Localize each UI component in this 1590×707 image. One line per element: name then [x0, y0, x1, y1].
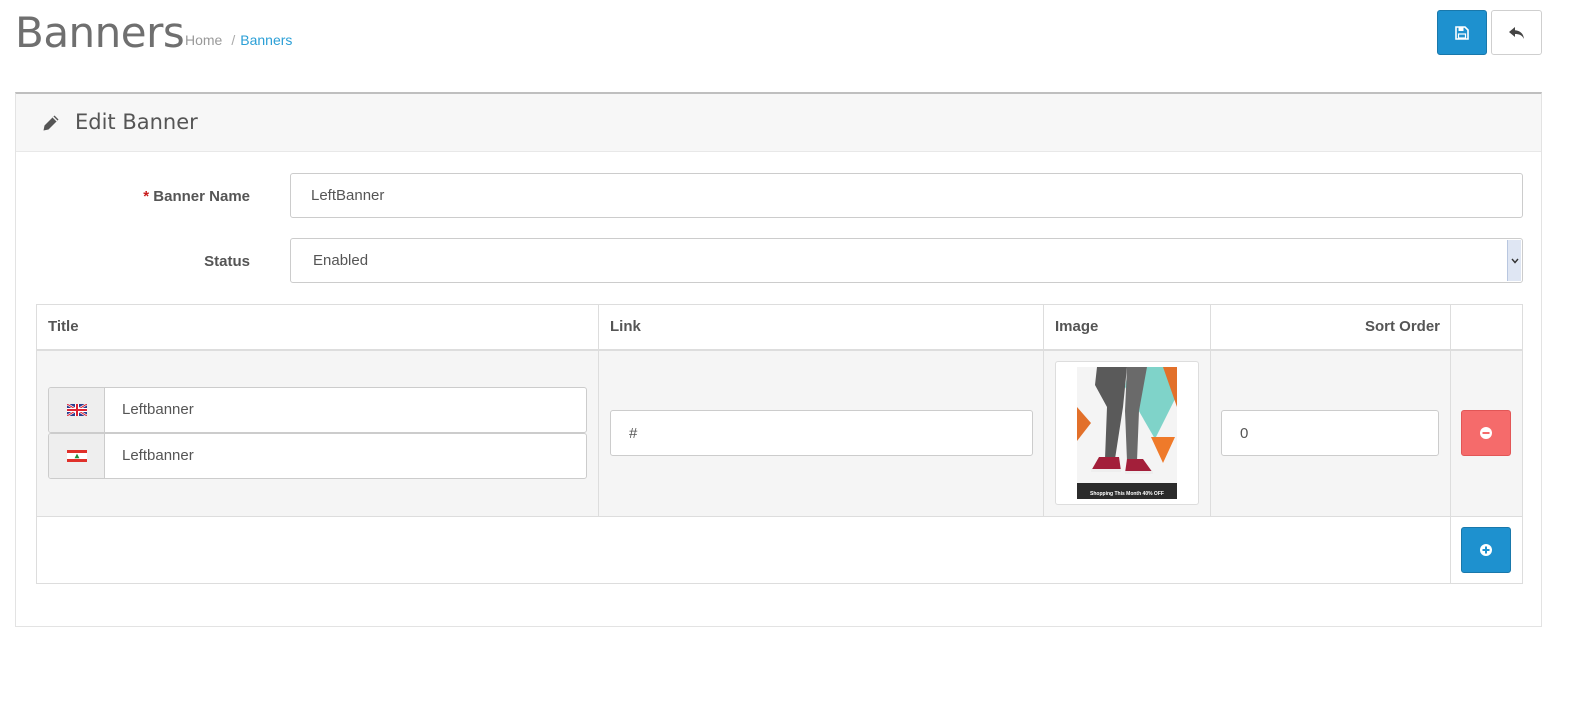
- plus-circle-icon: [1480, 544, 1492, 556]
- panel-heading: Edit Banner: [16, 94, 1541, 152]
- sort-order-input[interactable]: 0: [1221, 410, 1439, 456]
- banner-name-input[interactable]: LeftBanner: [290, 173, 1523, 218]
- save-button[interactable]: [1437, 10, 1487, 55]
- breadcrumb-banners[interactable]: Banners: [240, 32, 292, 48]
- lebanon-flag-icon: [49, 434, 105, 478]
- link-value: #: [629, 424, 638, 442]
- add-image-button[interactable]: [1461, 527, 1511, 573]
- remove-image-button[interactable]: [1461, 410, 1511, 456]
- floppy-disk-icon: [1455, 25, 1469, 40]
- breadcrumb-home[interactable]: Home: [185, 32, 222, 48]
- breadcrumb: Home / Banners: [185, 32, 292, 48]
- column-header-link: Link: [610, 318, 641, 335]
- title-value-english: Leftbanner: [122, 401, 194, 418]
- column-header-title: Title: [48, 318, 79, 335]
- page-header: Banners Home / Banners: [0, 0, 1590, 80]
- breadcrumb-separator: /: [231, 32, 236, 48]
- banner-image-caption: Shopping This Month 40% OFF: [1090, 491, 1164, 497]
- column-header-sort-order: Sort Order: [1364, 318, 1440, 335]
- banner-image-thumbnail[interactable]: Shopping This Month 40% OFF: [1055, 361, 1199, 505]
- edit-banner-panel: Edit Banner * Banner Name LeftBanner Sta…: [15, 92, 1542, 627]
- column-header-image: Image: [1055, 318, 1099, 335]
- panel-title: Edit Banner: [75, 110, 198, 134]
- pencil-icon: [43, 115, 59, 131]
- banner-image: [1077, 367, 1177, 499]
- required-marker: *: [143, 188, 150, 205]
- status-select[interactable]: Enabled: [290, 238, 1523, 283]
- sort-order-value: 0: [1240, 424, 1249, 442]
- minus-circle-icon: [1480, 427, 1492, 439]
- link-input[interactable]: #: [610, 410, 1033, 456]
- title-input-english[interactable]: Leftbanner: [48, 387, 587, 433]
- page-title: Banners: [15, 8, 185, 57]
- title-input-arabic[interactable]: Leftbanner: [48, 433, 587, 479]
- chevron-down-icon[interactable]: [1507, 240, 1521, 281]
- banner-name-label: * Banner Name: [30, 188, 250, 205]
- title-value-arabic: Leftbanner: [122, 447, 194, 464]
- banner-name-label-text: Banner Name: [153, 188, 250, 205]
- status-label: Status: [204, 253, 250, 270]
- banner-images-table: Title Link Image Sort Order Leftbanner L…: [36, 304, 1523, 584]
- banner-name-value: LeftBanner: [311, 187, 385, 204]
- status-value: Enabled: [313, 252, 369, 269]
- back-button[interactable]: [1491, 10, 1542, 55]
- uk-flag-icon: [49, 388, 105, 432]
- reply-arrow-icon: [1508, 26, 1524, 39]
